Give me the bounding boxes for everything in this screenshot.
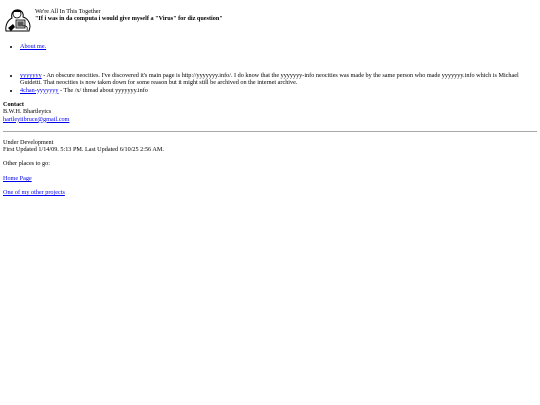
list-item: About me. [20,43,46,50]
other-places-heading: Other places to go: [3,160,50,167]
contact-title: Contact [3,101,24,108]
about-me-link[interactable]: About me. [20,43,46,50]
site-quote: "If i was in da computa i would give mys… [35,15,223,22]
other-projects-link[interactable]: One of my other projects [3,189,65,196]
divider [3,131,537,132]
home-page-link[interactable]: Home Page [3,175,32,182]
list-item: yyyyyyy - An obscure neocities. I've dis… [20,72,540,87]
status-section: Under Development First Updated 1/14/09.… [3,139,164,154]
site-header: We're All In This Together "If i was in … [3,6,523,34]
contact-name: B.W.H. Bhartleytcs [3,108,52,116]
about-list: About me. [3,43,46,50]
update-timestamps: First Updated 1/14/09. 5:13 PM. Last Upd… [3,146,164,154]
list-item: 4chan-yyyyyyy - The /x/ thread about yyy… [20,87,540,94]
yyyyyyy-description: - An obscure neocities. I've discovered … [20,72,519,87]
4chan-yyyyyyy-link[interactable]: 4chan-yyyyyyy [20,87,59,94]
links-list: yyyyyyy - An obscure neocities. I've dis… [3,72,540,94]
contact-email-link[interactable]: hartleyiibruce@gmail.com [3,116,69,123]
yyyyyyy-link[interactable]: yyyyyyy [20,72,42,79]
contact-section: Contact B.W.H. Bhartleytcs hartleyiibruc… [3,101,69,123]
4chan-yyyyyyy-description: - The /x/ thread about yyyyyyy.info [58,86,148,94]
development-status: Under Development [3,139,54,146]
logo-icon [5,9,31,32]
